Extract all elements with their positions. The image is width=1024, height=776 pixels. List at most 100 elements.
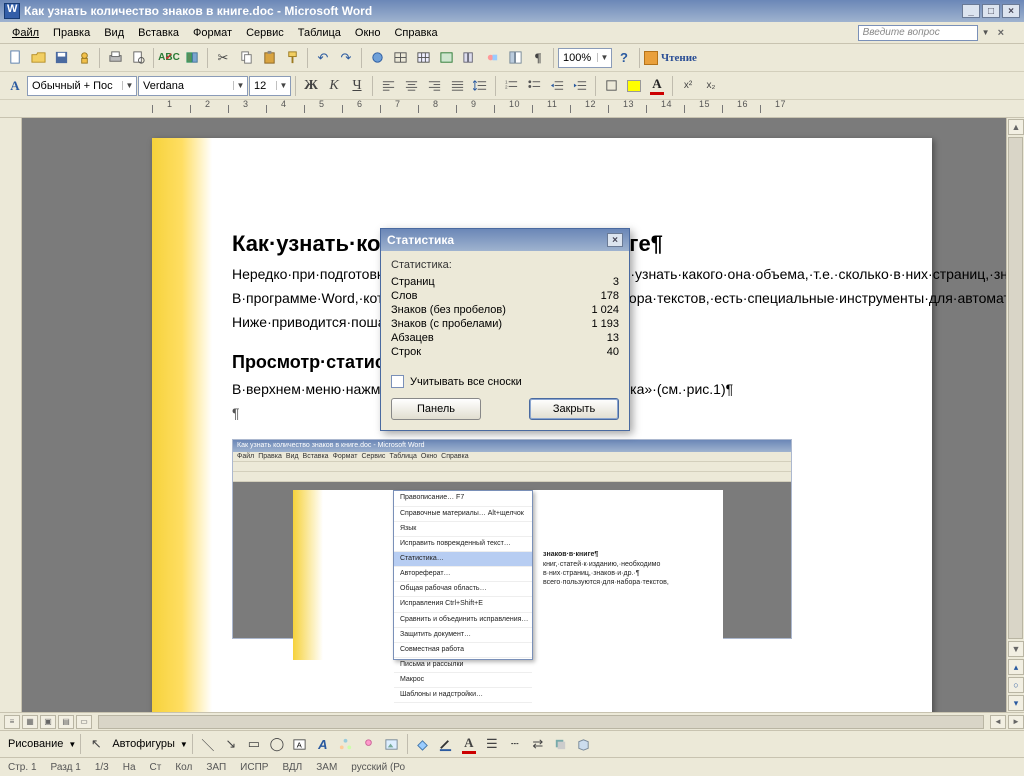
help-button[interactable]: ? (613, 47, 635, 69)
h-scroll-track[interactable] (98, 715, 984, 729)
arrow-button[interactable]: ↘ (220, 733, 242, 755)
drawing-toolbar-button[interactable] (481, 47, 503, 69)
clipart-button[interactable] (358, 733, 380, 755)
minimize-button[interactable]: _ (962, 4, 980, 18)
font-size-combo[interactable]: 12▼ (249, 76, 291, 96)
menu-edit[interactable]: Правка (47, 26, 96, 40)
horizontal-ruler[interactable]: 123 456 789 101112 131415 1617 (0, 100, 1024, 118)
horizontal-scrollbar[interactable]: ≡ ▦ ▣ ▤ ▭ ◄ ► (0, 712, 1024, 730)
dash-style-button[interactable]: ┄ (504, 733, 526, 755)
line-button[interactable]: ＼ (197, 733, 219, 755)
arrow-style-button[interactable]: ⇄ (527, 733, 549, 755)
vertical-ruler[interactable] (0, 118, 22, 712)
paste-button[interactable] (258, 47, 280, 69)
open-button[interactable] (27, 47, 49, 69)
scroll-thumb[interactable] (1008, 137, 1023, 639)
superscript-button[interactable]: x² (677, 75, 699, 97)
research-button[interactable] (181, 47, 203, 69)
menu-window[interactable]: Окно (349, 26, 387, 40)
menu-help[interactable]: Справка (388, 26, 443, 40)
menu-table[interactable]: Таблица (292, 26, 347, 40)
scroll-up-button[interactable]: ▲ (1008, 119, 1024, 135)
3d-button[interactable] (573, 733, 595, 755)
prev-page-button[interactable]: ▴ (1008, 659, 1024, 675)
scroll-down-button[interactable]: ▼ (1008, 641, 1024, 657)
browse-object-button[interactable]: ○ (1008, 677, 1024, 693)
insert-excel-button[interactable] (435, 47, 457, 69)
subscript-button[interactable]: x₂ (700, 75, 722, 97)
web-view-button[interactable]: ▦ (22, 715, 38, 729)
save-button[interactable] (50, 47, 72, 69)
normal-view-button[interactable]: ≡ (4, 715, 20, 729)
print-layout-button[interactable]: ▣ (40, 715, 56, 729)
scroll-left-button[interactable]: ◄ (990, 715, 1006, 729)
dialog-close-button[interactable]: × (607, 233, 623, 247)
menu-file[interactable]: Файл (6, 26, 45, 40)
align-right-button[interactable] (423, 75, 445, 97)
chevron-down-icon[interactable]: ▼ (233, 81, 247, 90)
menu-format[interactable]: Формат (187, 26, 238, 40)
doc-map-button[interactable] (504, 47, 526, 69)
menu-insert[interactable]: Вставка (132, 26, 185, 40)
line-color-button[interactable] (435, 733, 457, 755)
underline-button[interactable]: Ч (346, 75, 368, 97)
checkbox-icon[interactable] (391, 375, 404, 388)
spelling-button[interactable]: ABC✓ (158, 47, 180, 69)
insert-table-button[interactable] (412, 47, 434, 69)
read-mode-button[interactable]: Чтение (644, 51, 697, 65)
zoom-combo[interactable]: 100%▼ (558, 48, 612, 68)
print-button[interactable] (104, 47, 126, 69)
reading-view-button[interactable]: ▭ (76, 715, 92, 729)
next-page-button[interactable]: ▾ (1008, 695, 1024, 711)
font-combo[interactable]: Verdana▼ (138, 76, 248, 96)
menu-view[interactable]: Вид (98, 26, 130, 40)
bold-button[interactable]: Ж (300, 75, 322, 97)
decrease-indent-button[interactable] (546, 75, 568, 97)
show-marks-button[interactable]: ¶ (527, 47, 549, 69)
shadow-button[interactable] (550, 733, 572, 755)
select-objects-button[interactable]: ↖ (85, 733, 107, 755)
align-center-button[interactable] (400, 75, 422, 97)
style-combo[interactable]: Обычный + Пос▼ (27, 76, 137, 96)
cut-button[interactable]: ✂ (212, 47, 234, 69)
redo-button[interactable]: ↷ (335, 47, 357, 69)
increase-indent-button[interactable] (569, 75, 591, 97)
line-style-button[interactable]: ☰ (481, 733, 503, 755)
align-justify-button[interactable] (446, 75, 468, 97)
menu-tools[interactable]: Сервис (240, 26, 290, 40)
fill-color-button[interactable] (412, 733, 434, 755)
print-preview-button[interactable] (127, 47, 149, 69)
new-doc-button[interactable] (4, 47, 26, 69)
scroll-right-button[interactable]: ► (1008, 715, 1024, 729)
copy-button[interactable] (235, 47, 257, 69)
chevron-down-icon[interactable]: ▼ (122, 81, 136, 90)
undo-button[interactable]: ↶ (312, 47, 334, 69)
hyperlink-button[interactable] (366, 47, 388, 69)
tables-borders-button[interactable] (389, 47, 411, 69)
oval-button[interactable]: ◯ (266, 733, 288, 755)
vertical-scrollbar[interactable]: ▲ ▼ ▴ ○ ▾ (1006, 118, 1024, 712)
toolbar-close-icon[interactable]: × (994, 27, 1008, 39)
status-language[interactable]: русский (Ро (351, 762, 405, 773)
panel-button[interactable]: Панель (391, 398, 481, 420)
highlight-button[interactable] (623, 75, 645, 97)
bullets-button[interactable] (523, 75, 545, 97)
format-painter-button[interactable] (281, 47, 303, 69)
rectangle-button[interactable]: ▭ (243, 733, 265, 755)
chevron-down-icon[interactable]: ▼ (276, 81, 290, 90)
close-button[interactable]: × (1002, 4, 1020, 18)
textbox-button[interactable]: A (289, 733, 311, 755)
chevron-down-icon[interactable]: ▼ (597, 53, 611, 62)
close-dialog-button[interactable]: Закрыть (529, 398, 619, 420)
permission-button[interactable] (73, 47, 95, 69)
line-spacing-button[interactable] (469, 75, 491, 97)
font-color-draw-button[interactable]: A (458, 733, 480, 755)
include-footnotes-checkbox[interactable]: Учитывать все сноски (391, 375, 619, 388)
numbering-button[interactable]: 12 (500, 75, 522, 97)
diagram-button[interactable] (335, 733, 357, 755)
italic-button[interactable]: К (323, 75, 345, 97)
dialog-titlebar[interactable]: Статистика × (381, 229, 629, 251)
ask-dropdown-icon[interactable]: ▼ (982, 28, 990, 37)
outline-view-button[interactable]: ▤ (58, 715, 74, 729)
font-color-button[interactable]: A (646, 75, 668, 97)
